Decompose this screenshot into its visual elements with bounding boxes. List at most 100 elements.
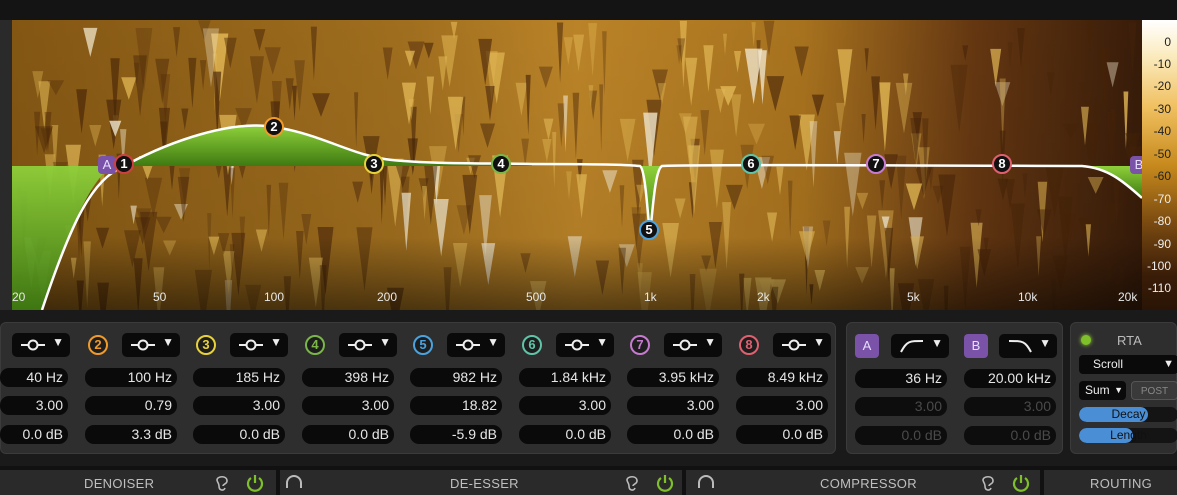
- filter-a-gain: 0.0 dB: [855, 426, 947, 445]
- curve-node-5[interactable]: 5: [639, 220, 659, 240]
- band-5-gain[interactable]: -5.9 dB: [410, 425, 502, 444]
- spectrogram: [12, 20, 1142, 310]
- filter-a-q: 3.00: [855, 397, 947, 416]
- power-icon[interactable]: [245, 473, 265, 493]
- band-3-badge[interactable]: 3: [196, 335, 216, 355]
- curve-node-b[interactable]: B: [1130, 156, 1142, 174]
- band-4-freq[interactable]: 398 Hz: [302, 368, 394, 387]
- band-6-gain[interactable]: 0.0 dB: [519, 425, 611, 444]
- band-7-q[interactable]: 3.00: [627, 396, 719, 415]
- db-tick: 0: [1164, 35, 1171, 49]
- curve-node-6[interactable]: 6: [741, 154, 761, 174]
- headphones-icon[interactable]: [284, 474, 304, 492]
- freq-label-20: 20: [12, 290, 26, 304]
- band-7-shape-select[interactable]: ▼: [664, 333, 722, 357]
- band-3-q[interactable]: 3.00: [193, 396, 285, 415]
- band-8-freq[interactable]: 8.49 kHz: [736, 368, 828, 387]
- db-tick: -40: [1153, 124, 1171, 138]
- band-4-shape-select[interactable]: ▼: [339, 333, 397, 357]
- db-tick: -90: [1153, 237, 1171, 251]
- filter-b-shape-select[interactable]: ▼: [999, 334, 1057, 358]
- band-2-shape-select[interactable]: ▼: [122, 333, 180, 357]
- power-icon[interactable]: [655, 473, 675, 493]
- db-tick: -50: [1153, 147, 1171, 161]
- rta-length-label: Length: [1110, 428, 1147, 442]
- band-7-gain[interactable]: 0.0 dB: [627, 425, 719, 444]
- band-6-q[interactable]: 3.00: [519, 396, 611, 415]
- db-tick: -10: [1153, 57, 1171, 71]
- filter-b-freq[interactable]: 20.00 kHz: [964, 369, 1056, 388]
- ear-icon[interactable]: [980, 474, 996, 492]
- band-2-freq[interactable]: 100 Hz: [85, 368, 177, 387]
- freq-label-200: 200: [377, 290, 398, 304]
- db-tick: -110: [1147, 281, 1171, 295]
- chevron-down-icon: ▼: [1163, 358, 1174, 370]
- filter-b-badge[interactable]: B: [964, 334, 988, 358]
- ear-icon[interactable]: [214, 474, 230, 492]
- bell-icon: [131, 339, 155, 351]
- band-3-freq[interactable]: 185 Hz: [193, 368, 285, 387]
- band-8-q[interactable]: 3.00: [736, 396, 828, 415]
- band-6-badge[interactable]: 6: [522, 335, 542, 355]
- chevron-down-icon: ▼: [704, 335, 716, 349]
- band-4-gain[interactable]: 0.0 dB: [302, 425, 394, 444]
- band-8-badge[interactable]: 8: [739, 335, 759, 355]
- curve-node-8[interactable]: 8: [992, 154, 1012, 174]
- rta-post-button[interactable]: POST: [1131, 381, 1177, 400]
- power-icon[interactable]: [1011, 473, 1031, 493]
- band-1-q[interactable]: 3.00: [0, 396, 68, 415]
- band-5-shape-select[interactable]: ▼: [447, 333, 505, 357]
- band-3-shape-select[interactable]: ▼: [230, 333, 288, 357]
- filter-a-freq[interactable]: 36 Hz: [855, 369, 947, 388]
- band-2-badge[interactable]: 2: [88, 335, 108, 355]
- band-8-gain[interactable]: 0.0 dB: [736, 425, 828, 444]
- filter-b-gain: 0.0 dB: [964, 426, 1056, 445]
- chevron-down-icon: ▼: [162, 335, 174, 349]
- band-5-badge[interactable]: 5: [413, 335, 433, 355]
- band-4-badge[interactable]: 4: [305, 335, 325, 355]
- module-label-de-esser: DE-ESSER: [450, 476, 519, 491]
- rta-decay-slider[interactable]: Decay: [1079, 407, 1177, 422]
- freq-label-100: 100: [264, 290, 285, 304]
- module-label-denoiser: DENOISER: [84, 476, 155, 491]
- band-1-shape-select[interactable]: ▼: [12, 333, 70, 357]
- band-5-q[interactable]: 18.82: [410, 396, 502, 415]
- rta-mode-select[interactable]: Scroll ▼: [1079, 355, 1177, 374]
- band-2-q[interactable]: 0.79: [85, 396, 177, 415]
- top-bar: [0, 0, 1177, 20]
- freq-label-1k: 1k: [644, 290, 657, 304]
- bell-icon: [673, 339, 697, 351]
- rta-length-slider[interactable]: Length: [1079, 428, 1177, 443]
- band-7-badge[interactable]: 7: [630, 335, 650, 355]
- curve-node-4[interactable]: 4: [491, 154, 511, 174]
- chevron-down-icon: ▼: [379, 335, 391, 349]
- band-1-freq[interactable]: 40 Hz: [0, 368, 68, 387]
- band-4-q[interactable]: 3.00: [302, 396, 394, 415]
- rta-power-led[interactable]: [1081, 335, 1091, 345]
- band-5-freq[interactable]: 982 Hz: [410, 368, 502, 387]
- band-1-gain[interactable]: 0.0 dB: [0, 425, 68, 444]
- band-8-shape-select[interactable]: ▼: [773, 333, 831, 357]
- ear-icon[interactable]: [624, 474, 640, 492]
- filter-a-shape-select[interactable]: ▼: [891, 334, 949, 358]
- db-scale: 0 -10 -20 -30 -40 -50 -60 -70 -80 -90 -1…: [1142, 20, 1177, 310]
- filter-a-badge[interactable]: A: [855, 334, 879, 358]
- band-2-gain[interactable]: 3.3 dB: [85, 425, 177, 444]
- curve-node-7[interactable]: 7: [866, 154, 886, 174]
- rta-source-select[interactable]: Sum ▼: [1079, 381, 1126, 400]
- filter-b-q: 3.00: [964, 397, 1056, 416]
- chevron-down-icon: ▼: [931, 336, 943, 350]
- curve-node-1[interactable]: 1: [114, 154, 134, 174]
- curve-node-3[interactable]: 3: [364, 154, 384, 174]
- headphones-icon[interactable]: [696, 474, 716, 492]
- band-6-shape-select[interactable]: ▼: [556, 333, 614, 357]
- band-6-freq[interactable]: 1.84 kHz: [519, 368, 611, 387]
- chevron-down-icon: ▼: [487, 335, 499, 349]
- db-tick: -30: [1153, 102, 1171, 116]
- chevron-down-icon: ▼: [52, 335, 64, 349]
- band-7-freq[interactable]: 3.95 kHz: [627, 368, 719, 387]
- eq-display[interactable]: A 1 2 3 4 5 6 7 8 B: [12, 20, 1142, 310]
- curve-node-2[interactable]: 2: [264, 117, 284, 137]
- band-3-gain[interactable]: 0.0 dB: [193, 425, 285, 444]
- highpass-icon: [900, 340, 924, 353]
